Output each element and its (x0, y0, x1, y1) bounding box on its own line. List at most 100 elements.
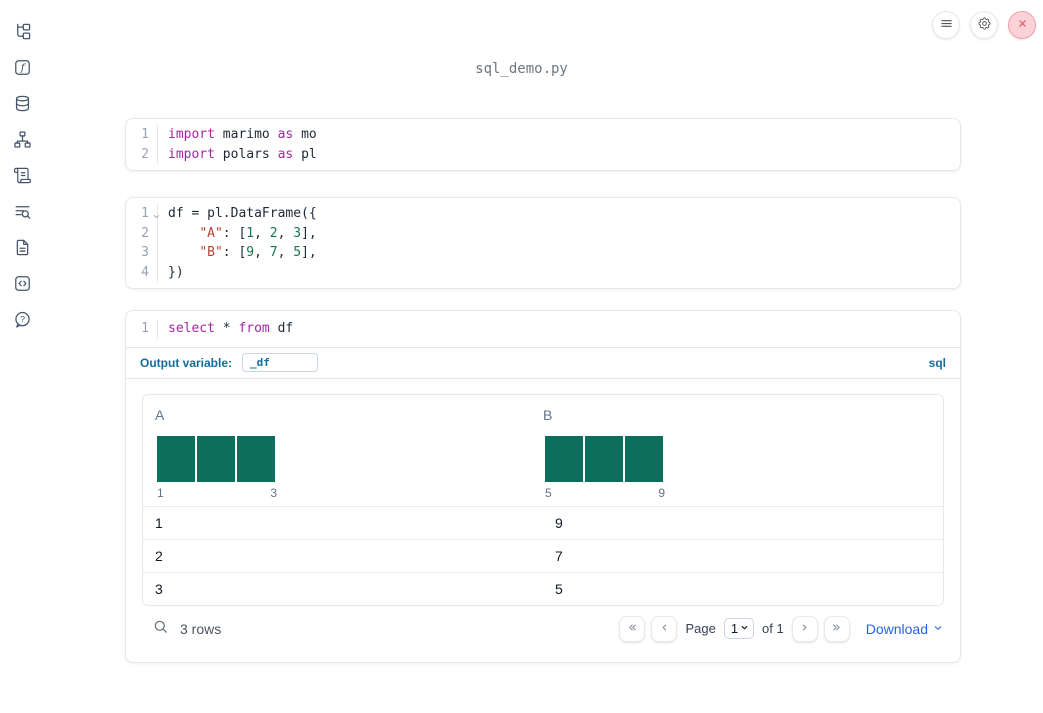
column-histogram (545, 435, 931, 482)
line-number: 2 (126, 144, 158, 164)
notebook-actions (932, 11, 1036, 39)
column-header-B[interactable]: B 59 (543, 407, 931, 500)
line-number: 1 (126, 319, 158, 339)
sidebar-item-scratchpad[interactable] (4, 267, 40, 303)
download-button[interactable]: Download (866, 620, 944, 637)
code-editor[interactable]: 1 import marimo as mo 2 import polars as pl (126, 119, 960, 170)
chevron-left-icon (658, 621, 671, 637)
code-text: }) (168, 264, 184, 280)
next-page-button[interactable] (791, 615, 818, 642)
code-line: 2 "A": [1, 2, 3], (126, 223, 960, 243)
row-count: 3 rows (180, 620, 222, 637)
code-text: import polars as pl (168, 146, 317, 162)
line-number: 1 (126, 204, 160, 224)
page-label: Page (685, 621, 716, 636)
cell-output: A13B59 192735 3 rows Page 1 of 1 Downloa… (126, 379, 960, 662)
notebook-filename[interactable]: sql_demo.py (0, 61, 1043, 77)
sidebar-item-dependency-graph[interactable] (4, 123, 40, 159)
page-select-value: 1 (730, 621, 739, 636)
gear-icon (977, 16, 992, 34)
column-histogram (157, 435, 543, 482)
first-page-button[interactable] (619, 615, 646, 642)
chevron-right-icon (798, 621, 811, 637)
notebook: 1 import marimo as mo 2 import polars as pl… (125, 118, 961, 663)
table-header: A 13 B 59 (143, 395, 943, 506)
histogram-bar (197, 435, 235, 482)
chevrons-right-icon (830, 621, 843, 637)
code-cell-imports[interactable]: 1 import marimo as mo 2 import polars as pl (125, 118, 961, 171)
line-number: 1 (126, 125, 158, 145)
table-cell: 1 (155, 514, 163, 531)
shutdown-button[interactable] (1008, 11, 1036, 39)
chevron-down-icon (739, 621, 750, 636)
histogram-bar (157, 435, 195, 482)
table-cell: 7 (555, 547, 563, 564)
menu-icon (939, 16, 954, 34)
table-cell: 3 (155, 580, 163, 597)
sidebar-item-logs[interactable] (4, 159, 40, 195)
sidebar-item-snippets[interactable] (4, 195, 40, 231)
help-icon: ? (13, 310, 32, 332)
document-icon (13, 238, 32, 260)
sidebar-item-documentation[interactable] (4, 231, 40, 267)
sql-options-row: Output variable: sql (126, 348, 960, 379)
table-body: 192735 (143, 505, 943, 605)
histogram-axis-labels: 13 (157, 485, 277, 500)
line-number: 2 (126, 223, 158, 243)
table-row[interactable]: 27 (143, 538, 943, 572)
notebook-menu-button[interactable] (932, 11, 960, 39)
column-header-A[interactable]: A 13 (155, 407, 543, 500)
histogram-bar (585, 435, 623, 482)
code-editor[interactable]: 1 df = pl.DataFrame({2 "A": [1, 2, 3], 3 "… (126, 198, 960, 288)
chevrons-left-icon (626, 621, 639, 637)
sql-editor[interactable]: 1 select * from df (126, 311, 960, 348)
table-footer: 3 rows Page 1 of 1 Download (142, 608, 944, 650)
line-number: 4 (126, 262, 158, 282)
code-icon (13, 274, 32, 296)
settings-button[interactable] (970, 11, 998, 39)
sql-language-badge: sql (928, 355, 946, 370)
column-name: B (543, 406, 553, 423)
code-text: select * from df (168, 321, 294, 336)
sidebar-panel: f? (0, 0, 44, 339)
table-cell: 5 (555, 580, 563, 597)
histogram-bar (625, 435, 663, 482)
line-number: 3 (126, 243, 158, 263)
tree-icon (13, 22, 32, 44)
dataframe-table: A13B59 192735 (142, 393, 944, 606)
download-label: Download (865, 620, 928, 637)
table-cell: 9 (555, 514, 563, 531)
column-name: A (155, 406, 165, 423)
database-icon (13, 94, 32, 116)
prev-page-button[interactable] (651, 615, 678, 642)
last-page-button[interactable] (823, 615, 850, 642)
table-row[interactable]: 35 (143, 571, 943, 605)
page-of-label: of 1 (762, 621, 784, 636)
code-text: "A": [1, 2, 3], (199, 225, 317, 241)
sidebar-item-datasources[interactable] (4, 87, 40, 123)
code-line: 1 import marimo as mo (126, 125, 960, 145)
code-text: "B": [9, 7, 5], (199, 245, 317, 260)
code-text: df = pl.DataFrame({ (168, 206, 317, 221)
output-variable-label: Output variable: (140, 355, 233, 370)
search-icon[interactable] (152, 618, 169, 640)
sidebar-item-file-explorer[interactable] (4, 15, 40, 51)
histogram-axis-labels: 59 (545, 485, 665, 500)
sidebar-item-help[interactable]: ? (4, 303, 40, 339)
svg-text:?: ? (20, 314, 25, 324)
list-search-icon (13, 202, 32, 224)
code-text: import marimo as mo (168, 127, 317, 142)
page-select[interactable]: 1 (723, 618, 755, 639)
graph-icon (13, 130, 32, 152)
code-line: 4}) (126, 262, 960, 282)
code-cell-dataframe[interactable]: 1 df = pl.DataFrame({2 "A": [1, 2, 3], 3 "… (125, 197, 961, 289)
table-row[interactable]: 19 (143, 505, 943, 539)
output-variable-input[interactable] (242, 353, 319, 372)
code-line: 1 df = pl.DataFrame({ (126, 204, 960, 224)
x-icon (1016, 17, 1029, 33)
code-line: 3 "B": [9, 7, 5], (126, 243, 960, 263)
scroll-icon (13, 166, 32, 188)
code-line: 2 import polars as pl (126, 144, 960, 164)
sql-cell: 1 select * from df Output variable: sql A… (125, 310, 961, 663)
histogram-bar (545, 435, 583, 482)
